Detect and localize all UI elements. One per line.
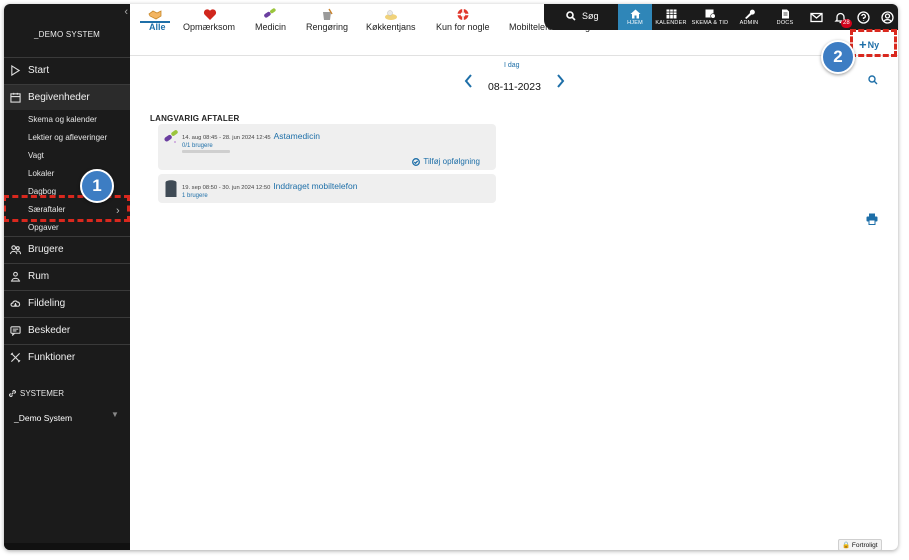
notification-badge: 28 <box>841 19 852 28</box>
sidebar-subitem-lektier[interactable]: Lektier og afleveringer <box>28 133 107 142</box>
docs-button[interactable]: DOCS <box>770 4 800 30</box>
search-icon <box>868 75 878 85</box>
handshake-icon <box>148 10 162 20</box>
sidebar-item-fildeling[interactable]: Fildeling <box>4 290 130 316</box>
app-window: ‹ _DEMO SYSTEM Start Begivenheder Skema … <box>4 4 898 550</box>
tools-icon <box>10 352 21 363</box>
phone-icon <box>165 180 177 197</box>
sidebar-subitem-opgaver[interactable]: Opgaver <box>28 223 59 232</box>
sidebar-item-brugere[interactable]: Brugere <box>4 236 130 262</box>
confidential-label: 🔒 Fortroligt <box>838 539 882 550</box>
sidebar-item-begivenheder[interactable]: Begivenheder <box>4 84 130 110</box>
help-button[interactable] <box>853 4 873 30</box>
appointment-period: 19. sep 08:50 - 30. jun 2024 12:50 <box>182 185 271 191</box>
sidebar-item-label: Fildeling <box>28 298 66 309</box>
wrench-icon <box>744 9 755 19</box>
cloud-icon <box>10 300 21 307</box>
chevron-left-icon <box>464 74 472 88</box>
progress-bar <box>182 150 230 153</box>
tab-medicin[interactable]: Medicin <box>255 22 286 32</box>
callout-1: 1 <box>80 169 114 203</box>
search-icon <box>566 11 576 21</box>
schedule-icon <box>705 9 716 19</box>
calendar-icon <box>10 92 21 103</box>
admin-button[interactable]: ADMIN <box>734 4 764 30</box>
profile-button[interactable] <box>877 4 897 30</box>
highlight-saeraftaler <box>4 195 130 222</box>
bucket-icon <box>323 8 333 20</box>
sidebar-item-start[interactable]: Start <box>4 57 130 83</box>
chevron-right-icon <box>557 74 565 88</box>
collapse-sidebar-icon[interactable]: ‹ <box>124 6 128 18</box>
sidebar-subitem-vagt[interactable]: Vagt <box>28 151 44 160</box>
envelope-icon <box>809 12 823 22</box>
section-title: LANGVARIG AFTALER <box>150 114 240 123</box>
highlight-new-button <box>850 29 897 57</box>
heart-icon <box>203 9 217 20</box>
dropdown-arrow-icon[interactable]: ▼ <box>111 410 119 419</box>
schedule-time-button[interactable]: SKEMA & TID <box>690 4 730 30</box>
calendar-grid-icon <box>666 9 676 18</box>
tab-koekkentjans[interactable]: Køkkentjans <box>366 22 416 32</box>
appointment-name[interactable]: Inddraget mobiltelefon <box>273 181 357 191</box>
systems-header: SYSTEMER <box>8 389 64 398</box>
sidebar-item-label: Brugere <box>28 244 64 255</box>
play-icon <box>11 65 21 76</box>
tab-alle[interactable]: Alle <box>149 22 166 32</box>
dish-icon <box>385 10 397 20</box>
sidebar-item-label: Begivenheder <box>28 92 90 103</box>
sidebar-item-label: Beskeder <box>28 325 71 336</box>
tab-kun-for-nogle[interactable]: Kun for nogle <box>436 22 490 32</box>
appointment-card[interactable]: 19. sep 08:50 - 30. jun 2024 12:50 Inddra… <box>158 174 496 203</box>
document-icon <box>781 9 789 18</box>
pills-icon <box>164 130 178 143</box>
users-icon <box>10 245 21 255</box>
message-icon <box>10 326 21 336</box>
mail-button[interactable] <box>806 4 826 30</box>
lifebuoy-icon <box>457 9 469 20</box>
printer-icon <box>866 213 878 225</box>
today-link[interactable]: I dag <box>504 62 520 69</box>
top-bar: Søg HJEM KALENDER SKEMA & TID ADMIN DOCS… <box>544 4 898 30</box>
link-icon <box>9 390 16 397</box>
current-date: 08-11-2023 <box>488 81 541 93</box>
appointment-period: 14. aug 08:45 - 28. jun 2024 12:45 <box>182 135 271 141</box>
filter-search-button[interactable] <box>868 72 878 90</box>
search-button[interactable]: Søg <box>566 11 599 21</box>
check-circle-icon <box>412 157 421 166</box>
sidebar-item-label: Rum <box>28 271 50 282</box>
sidebar-item-label: Funktioner <box>28 352 76 363</box>
sidebar-item-funktioner[interactable]: Funktioner <box>4 344 130 370</box>
appointment-card[interactable]: 14. aug 08:45 - 28. jun 2024 12:45 Astame… <box>158 124 496 170</box>
home-icon <box>630 9 640 18</box>
callout-2: 2 <box>821 40 855 74</box>
tab-rengoering[interactable]: Rengøring <box>306 22 348 32</box>
print-button[interactable] <box>866 212 878 230</box>
help-icon <box>856 10 870 24</box>
add-followup-button[interactable]: Tilføj opfølgning <box>412 157 480 166</box>
calendar-button[interactable]: KALENDER <box>654 4 688 30</box>
system-selector[interactable]: _Demo System <box>14 413 72 423</box>
tabs-divider <box>130 55 898 56</box>
tab-opmaerksom[interactable]: Opmærksom <box>183 22 235 32</box>
active-tab-indicator <box>140 21 170 23</box>
next-date-button[interactable] <box>556 74 565 93</box>
sidebar-subitem-lokaler[interactable]: Lokaler <box>28 169 54 178</box>
brand-title: _DEMO SYSTEM <box>34 30 100 39</box>
user-avatar-icon <box>880 10 894 24</box>
sidebar: ‹ _DEMO SYSTEM Start Begivenheder Skema … <box>4 4 130 550</box>
users-count-link[interactable]: 0/1 brugere <box>182 143 213 149</box>
pills-icon <box>264 8 276 18</box>
sidebar-subitem-skema[interactable]: Skema og kalender <box>28 115 97 124</box>
room-icon <box>10 271 21 282</box>
users-count-link[interactable]: 1 brugere <box>182 193 208 199</box>
sidebar-item-label: Start <box>28 65 50 76</box>
previous-date-button[interactable] <box>464 74 473 93</box>
sidebar-footer <box>4 543 130 550</box>
home-button[interactable]: HJEM <box>618 4 652 30</box>
sidebar-item-beskeder[interactable]: Beskeder <box>4 317 130 343</box>
appointment-name[interactable]: Astamedicin <box>274 131 320 141</box>
sidebar-item-rum[interactable]: Rum <box>4 263 130 289</box>
